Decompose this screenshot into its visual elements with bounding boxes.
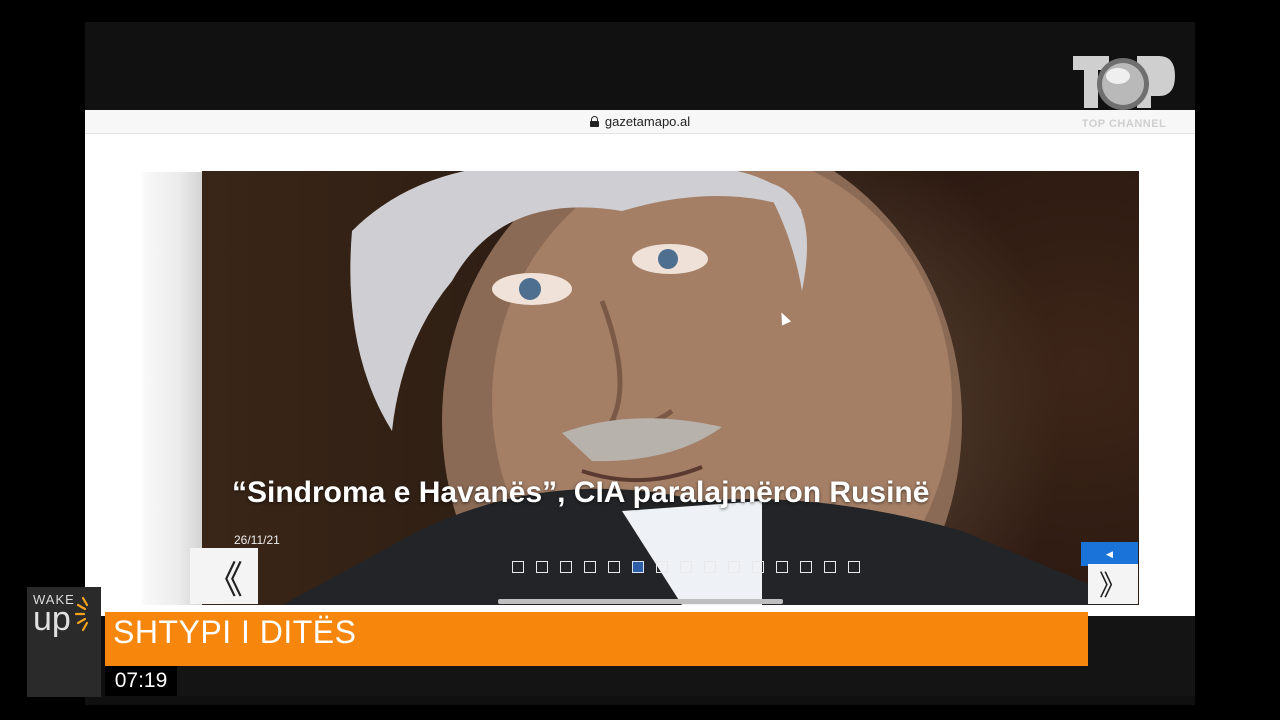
slider-dot[interactable]: [752, 561, 764, 573]
slider-prev-button[interactable]: 《: [190, 548, 258, 604]
slider-dot[interactable]: [680, 561, 692, 573]
slider-next-button[interactable]: 》: [1088, 564, 1138, 604]
slider-dot[interactable]: [800, 561, 812, 573]
scroll-thumb[interactable]: [498, 599, 783, 604]
clock-box: 07:19: [105, 666, 177, 696]
sun-icon: [74, 596, 89, 632]
slider-dot[interactable]: [776, 561, 788, 573]
slider-dot[interactable]: [608, 561, 620, 573]
time-strip: [105, 666, 1088, 696]
news-photo: [282, 171, 1139, 605]
slider-dot[interactable]: [512, 561, 524, 573]
slider-play-button[interactable]: ◀: [1081, 542, 1138, 566]
screen-top-bezel: [85, 22, 1195, 110]
slider-dot[interactable]: [656, 561, 668, 573]
slider-dot[interactable]: [560, 561, 572, 573]
slide-title[interactable]: “Sindroma e Havanës”, CIA paralajmëron R…: [232, 476, 1112, 510]
url-text: gazetamapo.al: [604, 114, 691, 129]
slider-dot[interactable]: [728, 561, 740, 573]
lower-right-strip: [1088, 616, 1195, 696]
slider-dots: [512, 561, 860, 573]
slide-date: 26/11/21: [234, 533, 280, 547]
channel-logo-text: TOP CHANNEL: [1081, 118, 1167, 130]
clock-time: 07:19: [114, 669, 168, 692]
slider-dot[interactable]: [848, 561, 860, 573]
slider-dot[interactable]: [536, 561, 548, 573]
show-logo-up: up: [33, 600, 71, 638]
address-bar[interactable]: gazetamapo.al: [85, 110, 1195, 134]
news-slider[interactable]: “Sindroma e Havanës”, CIA paralajmëron R…: [202, 171, 1139, 605]
slider-dot[interactable]: [632, 561, 644, 573]
slider-dot[interactable]: [704, 561, 716, 573]
lock-icon: [589, 116, 599, 127]
slider-dot[interactable]: [584, 561, 596, 573]
slider-dot[interactable]: [824, 561, 836, 573]
slider-side-shadow: [142, 172, 202, 605]
segment-title: SHTYPI I DITËS: [113, 614, 357, 650]
